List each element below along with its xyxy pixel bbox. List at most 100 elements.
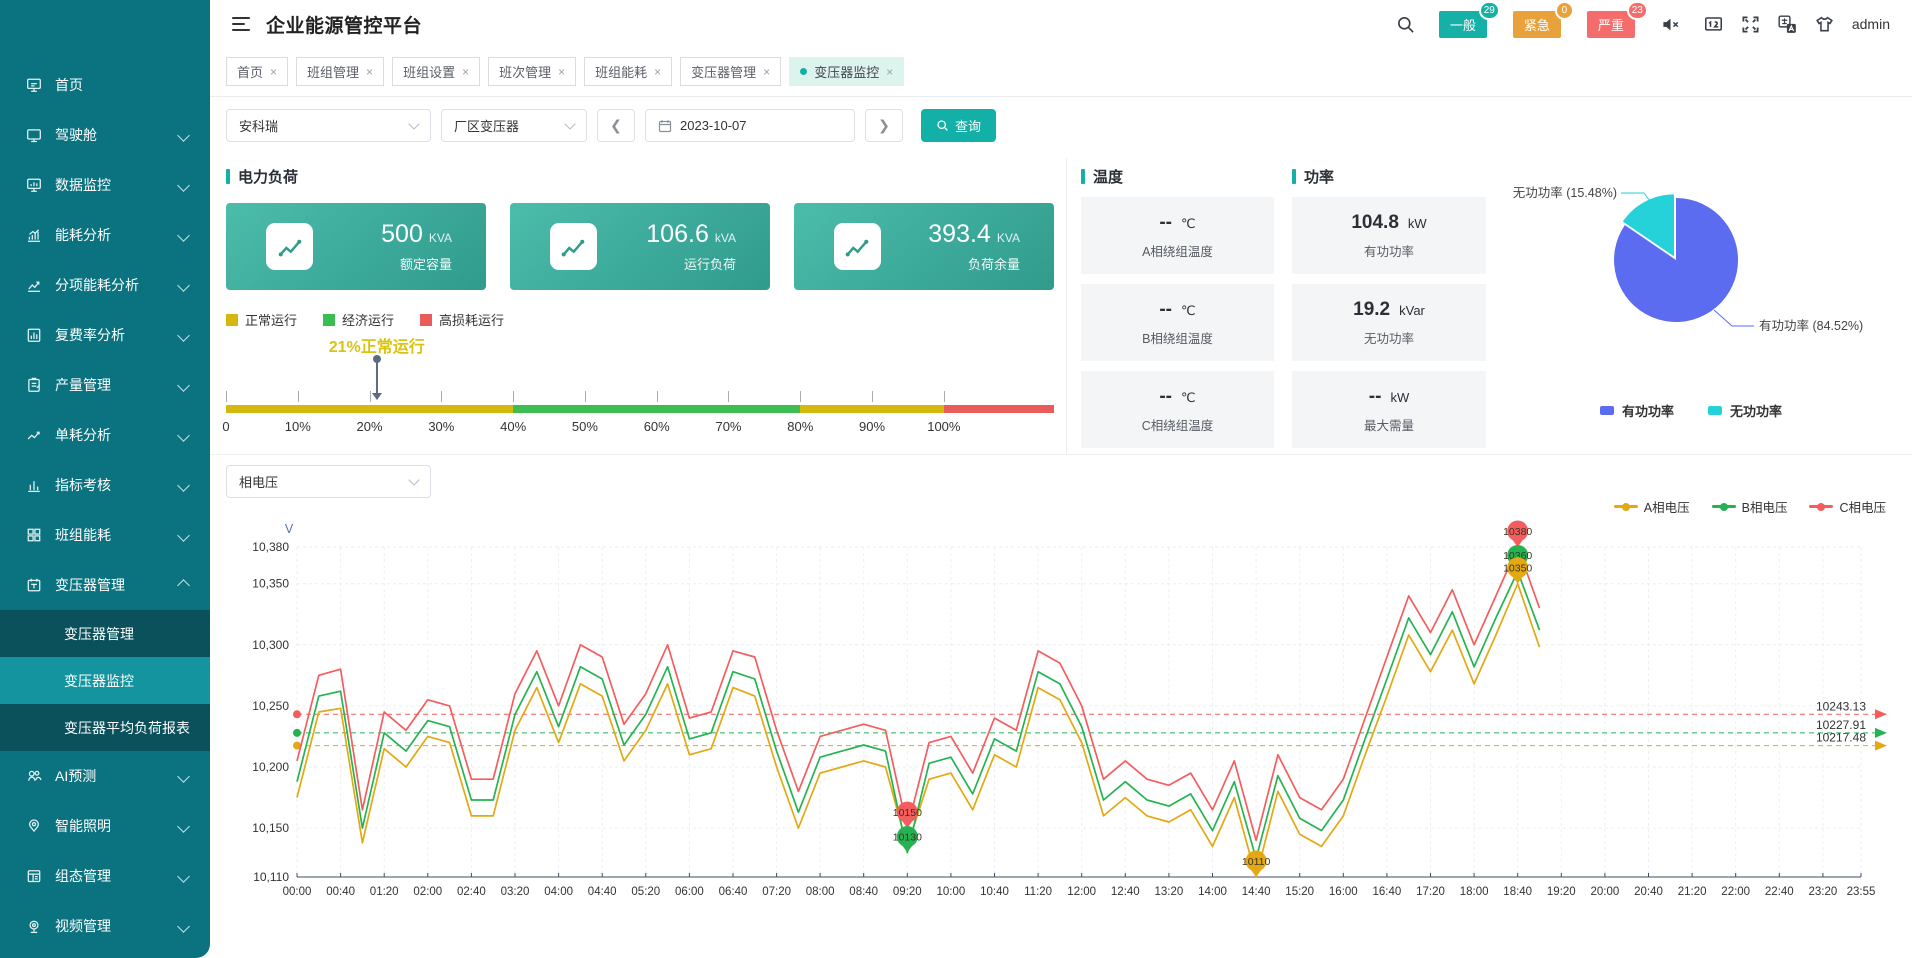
tab-6[interactable]: 变压器监控 × xyxy=(789,57,904,86)
sidebar-item-7[interactable]: 单耗分析 xyxy=(0,410,210,460)
data-monitor-icon xyxy=(26,177,42,193)
voltage-chart-panel: 相电压 A相电压B相电压C相电压 00:0000:4001:2002:0002:… xyxy=(210,454,1912,958)
filter-bar: 安科瑞 厂区变压器 ❮ 2023-10-07 ❯ 查询 xyxy=(210,97,1912,152)
language-icon[interactable] xyxy=(1778,15,1797,34)
tab-close-icon[interactable]: × xyxy=(366,65,373,79)
theme-shirt-icon[interactable] xyxy=(1815,15,1834,34)
load-gauge: 21%正常运行 010%20%30%40%50%60%70%80%90%100% xyxy=(226,391,1054,439)
tab-close-icon[interactable]: × xyxy=(763,65,770,79)
sidebar-subitem-label: 变压器监控 xyxy=(64,671,134,691)
tab-4[interactable]: 班组能耗× xyxy=(584,57,672,86)
tab-label: 班组设置 xyxy=(403,62,455,81)
alarm-badge-critical-count: 23 xyxy=(1627,1,1648,20)
sidebar-item-0[interactable]: 首页 xyxy=(0,60,210,110)
chevron-down-icon xyxy=(177,129,190,142)
lighting-icon xyxy=(26,818,42,834)
tab-3[interactable]: 班次管理× xyxy=(488,57,576,86)
svg-text:10227.91: 10227.91 xyxy=(1816,718,1866,732)
tab-close-icon[interactable]: × xyxy=(886,65,893,79)
svg-text:00:00: 00:00 xyxy=(283,886,312,898)
sidebar-item-label: 智能照明 xyxy=(55,816,111,836)
sidebar-item-10[interactable]: 变压器管理 xyxy=(0,560,210,610)
page-title: 企业能源管控平台 xyxy=(266,11,422,38)
scada-icon xyxy=(26,868,42,884)
svg-text:20:40: 20:40 xyxy=(1634,886,1663,898)
svg-text:08:00: 08:00 xyxy=(806,886,835,898)
svg-text:10,200: 10,200 xyxy=(252,760,289,774)
sidebar-item-label: 单耗分析 xyxy=(55,425,111,445)
prev-day-button[interactable]: ❮ xyxy=(597,109,635,142)
tab-close-icon[interactable]: × xyxy=(654,65,661,79)
tab-label: 变压器监控 xyxy=(814,62,879,81)
gauge-label-60%: 60% xyxy=(644,419,670,434)
mute-icon[interactable] xyxy=(1661,15,1680,34)
big-screen-icon[interactable] xyxy=(1704,15,1723,34)
sidebar-item-11[interactable]: AI预测 xyxy=(0,751,210,801)
line-chart-svg: 00:0000:4001:2002:0002:4003:2004:0004:40… xyxy=(226,502,1891,902)
sidebar-item-9[interactable]: 班组能耗 xyxy=(0,510,210,560)
building-select[interactable]: 安科瑞 xyxy=(226,109,431,142)
svg-text:04:00: 04:00 xyxy=(544,886,573,898)
search-icon[interactable] xyxy=(1396,15,1415,34)
kpi-bars-icon xyxy=(26,477,42,493)
svg-text:02:00: 02:00 xyxy=(413,886,442,898)
query-button[interactable]: 查询 xyxy=(921,109,996,142)
summary-row: 电力负荷 500KVA额定容量106.6kVA运行负荷393.4KVA负荷余量 … xyxy=(210,152,1912,454)
alarm-badge-general[interactable]: 一般 29 xyxy=(1439,11,1487,38)
date-picker[interactable]: 2023-10-07 xyxy=(645,109,855,142)
svg-text:06:40: 06:40 xyxy=(719,886,748,898)
user-name[interactable]: admin xyxy=(1852,16,1890,32)
voltage-type-select[interactable]: 相电压 xyxy=(226,465,431,498)
sidebar-item-label: 复费率分析 xyxy=(55,325,125,345)
svg-text:无功功率 (15.48%): 无功功率 (15.48%) xyxy=(1513,185,1617,200)
power-title: 功率 xyxy=(1292,166,1486,187)
pie-legend-reactive[interactable]: 无功功率 xyxy=(1708,401,1782,420)
alarm-badge-critical[interactable]: 严重 23 xyxy=(1587,11,1635,38)
power-card-2: --kW最大需量 xyxy=(1292,371,1486,448)
chevron-down-icon xyxy=(177,329,190,342)
pie-legend-active[interactable]: 有功功率 xyxy=(1600,401,1674,420)
next-day-button[interactable]: ❯ xyxy=(865,109,903,142)
collapse-menu-icon[interactable] xyxy=(232,17,250,31)
sidebar-item-8[interactable]: 指标考核 xyxy=(0,460,210,510)
svg-text:10243.13: 10243.13 xyxy=(1816,699,1866,713)
legend-line-icon xyxy=(1614,505,1638,508)
sidebar-item-4[interactable]: 分项能耗分析 xyxy=(0,260,210,310)
transformer-select[interactable]: 厂区变压器 xyxy=(441,109,587,142)
svg-text:07:20: 07:20 xyxy=(762,886,791,898)
tab-close-icon[interactable]: × xyxy=(462,65,469,79)
tab-close-icon[interactable]: × xyxy=(270,65,277,79)
sidebar-item-3[interactable]: 能耗分析 xyxy=(0,210,210,260)
sidebar-item-13[interactable]: 组态管理 xyxy=(0,851,210,901)
sidebar-item-5[interactable]: 复费率分析 xyxy=(0,310,210,360)
power-pie-chart: 无功功率 (15.48%)有功功率 (84.52%) 有功功率 无功功率 xyxy=(1486,158,1896,454)
sidebar-item-label: 组态管理 xyxy=(55,866,111,886)
sidebar: 首页驾驶舱数据监控能耗分析分项能耗分析复费率分析产量管理单耗分析指标考核班组能耗… xyxy=(0,0,210,958)
sidebar-item-14[interactable]: 视频管理 xyxy=(0,901,210,951)
tab-close-icon[interactable]: × xyxy=(558,65,565,79)
sidebar-item-1[interactable]: 驾驶舱 xyxy=(0,110,210,160)
fullscreen-icon[interactable] xyxy=(1741,15,1760,34)
tab-2[interactable]: 班组设置 × xyxy=(392,57,480,86)
sidebar-item-12[interactable]: 智能照明 xyxy=(0,801,210,851)
gauge-pointer-label: 21%正常运行 xyxy=(329,333,425,357)
sidebar-subitem-1[interactable]: 变压器监控 xyxy=(0,657,210,704)
gauge-pointer: 21%正常运行 xyxy=(329,333,425,399)
bar-chart-icon xyxy=(26,327,42,343)
sidebar-subitem-0[interactable]: 变压器管理 xyxy=(0,610,210,657)
tab-1[interactable]: 班组管理× xyxy=(296,57,384,86)
legend-line-icon xyxy=(1712,505,1736,508)
sidebar-subitem-2[interactable]: 变压器平均负荷报表 xyxy=(0,704,210,751)
svg-text:03:20: 03:20 xyxy=(501,886,530,898)
gauge-label-70%: 70% xyxy=(715,419,741,434)
voltage-type-select-value: 相电压 xyxy=(239,472,278,491)
tab-5[interactable]: 变压器管理× xyxy=(680,57,781,86)
sidebar-item-6[interactable]: 产量管理 xyxy=(0,360,210,410)
sidebar-item-label: 指标考核 xyxy=(55,475,111,495)
alarm-badge-urgent[interactable]: 紧急 0 xyxy=(1513,11,1561,38)
sidebar-item-2[interactable]: 数据监控 xyxy=(0,160,210,210)
tab-0[interactable]: 首页× xyxy=(226,57,288,86)
top-header: 企业能源管控平台 一般 29 紧急 0 严重 23 xyxy=(210,0,1912,48)
run-legend-item-0: 正常运行 xyxy=(226,310,297,329)
gauge-label-80%: 80% xyxy=(787,419,813,434)
